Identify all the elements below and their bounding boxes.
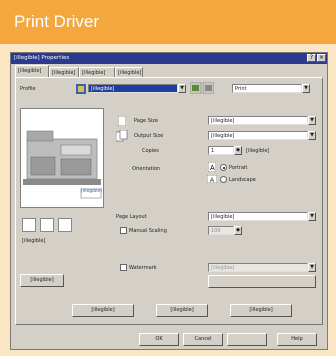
- help-button[interactable]: Help: [277, 333, 317, 346]
- custom-paper-size-button[interactable]: [illegible]: [72, 304, 134, 317]
- page-layout-select[interactable]: [illegible]: [208, 212, 308, 221]
- copies-input[interactable]: 1: [208, 146, 234, 155]
- close-title-button[interactable]: ×: [317, 54, 326, 62]
- svg-text:A: A: [210, 165, 215, 172]
- tab-finishing[interactable]: [illegible]: [49, 67, 79, 77]
- page-layout-dropdown-button[interactable]: ▼: [308, 212, 316, 221]
- preview-badge: [illegible]: [81, 189, 103, 194]
- window-titlebar: [illegible] Properties ? ×: [11, 53, 327, 64]
- preview-thumb-1[interactable]: [22, 218, 36, 232]
- slide-frame: Print Driver [illegible] Properties ? × …: [0, 0, 336, 356]
- landscape-radio[interactable]: [220, 176, 227, 183]
- preview-thumb-3[interactable]: [58, 218, 72, 232]
- restore-defaults-button[interactable]: [illegible]: [230, 304, 292, 317]
- ok-button[interactable]: OK: [139, 333, 179, 346]
- portrait-label: Portrait: [229, 165, 248, 171]
- tab-panel: Profile [illegible] ▼ Print ▼ [illegible…: [15, 77, 323, 325]
- cancel-button[interactable]: Cancel: [183, 333, 223, 346]
- view-settings-button[interactable]: [illegible]: [20, 274, 64, 287]
- manual-scaling-label: Manual Scaling: [129, 228, 167, 234]
- page-options-button[interactable]: [illegible]: [156, 304, 208, 317]
- page-layout-label: Page Layout: [116, 214, 147, 220]
- profile-label: Profile: [20, 86, 36, 92]
- scaling-input[interactable]: 100: [208, 226, 234, 235]
- watermark-edit-button[interactable]: [208, 275, 316, 288]
- output-size-icon: [116, 130, 128, 142]
- landscape-icon: A: [207, 175, 217, 183]
- copies-label: Copies: [142, 148, 159, 154]
- output-size-select[interactable]: [illegible]: [208, 131, 308, 140]
- window-title: [illegible] Properties: [14, 55, 70, 61]
- profile-dropdown-button[interactable]: ▼: [178, 84, 186, 93]
- watermark-label: Watermark: [129, 265, 157, 271]
- output-method-select[interactable]: Print: [232, 84, 302, 93]
- printer-preview: [illegible]: [20, 108, 104, 208]
- page-size-dropdown-button[interactable]: ▼: [308, 116, 316, 125]
- preview-caption: [illegible]: [22, 238, 46, 244]
- manual-scaling-checkbox[interactable]: [120, 227, 127, 234]
- profile-select[interactable]: [illegible]: [88, 84, 178, 93]
- portrait-radio[interactable]: [220, 164, 227, 171]
- help-title-button[interactable]: ?: [307, 54, 316, 62]
- apply-button[interactable]: [227, 333, 267, 346]
- tab-paper-source[interactable]: [illegible]: [79, 67, 115, 77]
- page-size-icon: [118, 116, 126, 126]
- landscape-label: Landscape: [229, 177, 256, 183]
- profile-edit-icon[interactable]: [190, 82, 214, 94]
- slide-title: Print Driver: [14, 12, 100, 31]
- watermark-dropdown-button[interactable]: ▼: [308, 263, 316, 272]
- page-size-select[interactable]: [illegible]: [208, 116, 308, 125]
- slide-header: Print Driver: [0, 0, 336, 44]
- watermark-checkbox[interactable]: [120, 264, 127, 271]
- copies-range: [illegible]: [246, 148, 270, 154]
- output-size-dropdown-button[interactable]: ▼: [308, 131, 316, 140]
- preview-thumb-2[interactable]: [40, 218, 54, 232]
- tab-quality[interactable]: [illegible]: [115, 67, 143, 77]
- output-method-dropdown-button[interactable]: ▼: [302, 84, 310, 93]
- portrait-icon: A: [208, 162, 216, 172]
- output-size-label: Output Size: [134, 133, 164, 139]
- copies-spinner[interactable]: ◆: [234, 146, 242, 155]
- svg-text:A: A: [210, 178, 214, 183]
- tab-page-setup[interactable]: [illegible]: [15, 65, 49, 77]
- scaling-spinner[interactable]: ◆: [234, 226, 242, 235]
- page-size-label: Page Size: [134, 118, 158, 124]
- orientation-label: Orientation: [132, 166, 161, 172]
- profile-icon: [76, 84, 86, 94]
- watermark-select[interactable]: [illegible]: [208, 263, 308, 272]
- printer-properties-window: [illegible] Properties ? × [illegible] […: [10, 52, 328, 350]
